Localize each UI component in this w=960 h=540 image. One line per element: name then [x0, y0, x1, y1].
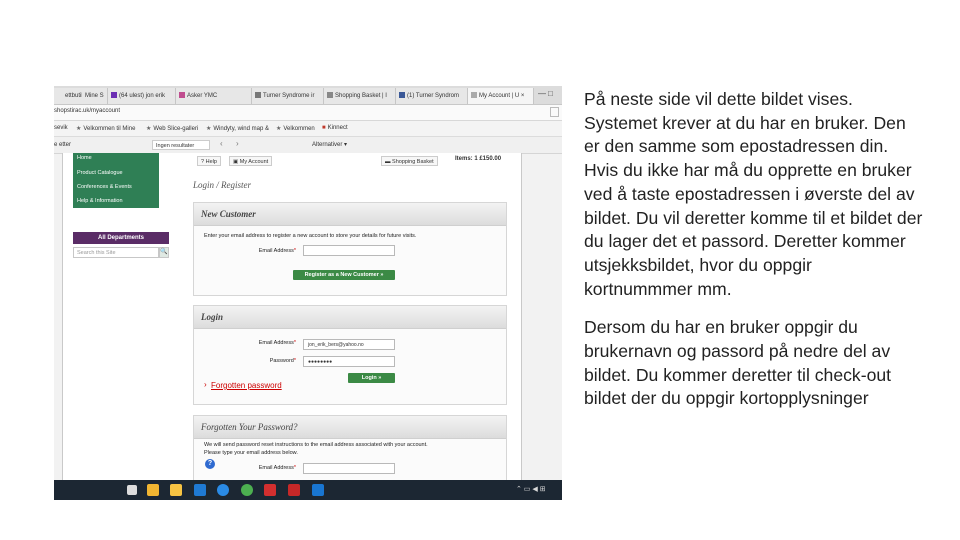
panel-title: Login	[194, 306, 506, 329]
system-tray-icons[interactable]: ⌃ ▭ ◀ ⊞	[516, 485, 546, 493]
login-email-field[interactable]: jon_erik_bers@yahoo.no	[303, 339, 395, 350]
find-next-icon[interactable]: ›	[236, 139, 239, 148]
mail-icon[interactable]	[194, 484, 206, 496]
ymc-icon	[179, 92, 185, 99]
acrobat-icon[interactable]	[264, 484, 276, 496]
store-icon[interactable]	[147, 484, 159, 496]
star-icon: ★	[276, 126, 282, 132]
instruction-text: På neste side vil dette bildet vises. Sy…	[584, 88, 924, 411]
yahoo-mail-icon	[111, 92, 117, 99]
register-button[interactable]: Register as a New Customer »	[293, 270, 395, 280]
password-field[interactable]: ●●●●●●●●	[303, 356, 395, 367]
page-title: Login / Register	[193, 180, 251, 190]
instruction-paragraph-2: Dersom du har en bruker oppgir du bruker…	[584, 317, 892, 409]
forgotten-email-label: Email Address*	[258, 465, 296, 471]
login-email-label: Email Address*	[258, 340, 296, 346]
tab-3[interactable]: (64 ulest) jon erik	[108, 88, 176, 104]
facebook-icon	[399, 92, 405, 99]
all-departments-button[interactable]: All Departments	[73, 232, 169, 244]
register-instructions: Enter your email address to register a n…	[204, 233, 417, 239]
address-bar[interactable]: shopstirac.uk/myaccount	[54, 105, 562, 121]
bookmark-3[interactable]: ★ Web Slice-galleri	[146, 125, 198, 132]
basket-icon: ▬	[385, 159, 393, 165]
tab-5[interactable]: Turner Syndrome ir	[252, 88, 324, 104]
find-bar: e etter Ingen resultater ‹ › Alternative…	[54, 137, 562, 154]
tab-favicon-icon	[57, 92, 63, 98]
forgotten-email-field[interactable]	[303, 463, 395, 474]
star-icon: ★	[76, 126, 82, 132]
search-icon[interactable]: 🔍	[159, 247, 169, 258]
windows-taskbar: ⌃ ▭ ◀ ⊞	[54, 480, 562, 500]
edge-icon[interactable]	[217, 484, 229, 496]
minimize-icon[interactable]: —	[538, 89, 546, 99]
password-label: Password*	[269, 358, 296, 364]
login-button[interactable]: Login »	[348, 373, 395, 383]
web-page: Home Product Catalogue Conferences & Eve…	[62, 153, 522, 485]
help-circle-icon[interactable]: ?	[205, 459, 215, 469]
page-icon	[471, 92, 477, 99]
tab-7[interactable]: (1) Turner Syndrom	[396, 88, 468, 104]
my-account-link[interactable]: ▣ My Account	[229, 156, 273, 166]
find-prev-icon[interactable]: ‹	[220, 139, 223, 148]
tab-bar: ettbutikk Mine S (64 ulest) jon erik Ask…	[54, 86, 562, 105]
browser-screenshot: ettbutikk Mine S (64 ulest) jon erik Ask…	[54, 86, 562, 500]
help-link[interactable]: ? Help	[197, 156, 221, 166]
forgotten-line-1: We will send password reset instructions…	[204, 442, 428, 448]
tab-6[interactable]: Shopping Basket | I	[324, 88, 396, 104]
page-icon	[327, 92, 333, 99]
filezilla-icon[interactable]	[288, 484, 300, 496]
email-label: Email Address*	[258, 248, 296, 254]
menu-help[interactable]: Help & Information	[77, 198, 123, 204]
find-input[interactable]: e etter	[54, 142, 71, 148]
star-icon: ★	[146, 126, 152, 132]
instruction-paragraph-1: På neste side vil dette bildet vises. Sy…	[584, 89, 923, 299]
find-result-box: Ingen resultater	[152, 140, 210, 150]
lock-icon: ▣	[233, 159, 240, 165]
tab-1[interactable]: ettbutikk	[54, 88, 84, 104]
panel-title: New Customer	[194, 203, 506, 226]
register-email-field[interactable]	[303, 245, 395, 256]
explorer-icon[interactable]	[170, 484, 182, 496]
site-menu: Home Product Catalogue Conferences & Eve…	[73, 153, 159, 208]
login-panel: Login Email Address* jon_erik_bers@yahoo…	[193, 305, 507, 405]
find-options[interactable]: Alternativer ▾	[312, 141, 347, 148]
bookmark-5[interactable]: ★ Velkommen	[276, 125, 315, 132]
shopping-basket-link[interactable]: ▬ Shopping Basket	[381, 156, 438, 166]
basket-total: Items: 1 £150.00	[455, 156, 502, 162]
page-icon	[255, 92, 261, 99]
forgotten-password-panel: Forgotten Your Password? We will send pa…	[193, 415, 507, 485]
close-tab-icon[interactable]: ×	[521, 93, 525, 99]
bookmark-2[interactable]: ★ Velkommen til Mine	[76, 125, 135, 132]
forgotten-line-2: Please type your email address below.	[204, 450, 298, 456]
tab-4[interactable]: Asker YMC	[176, 88, 252, 104]
forgotten-password-link[interactable]: Forgotten password	[211, 381, 282, 390]
start-icon[interactable]	[127, 485, 137, 495]
bookmark-4[interactable]: ★ Windyty, wind map &	[206, 125, 269, 132]
menu-conferences[interactable]: Conferences & Events	[77, 184, 132, 190]
tab-2[interactable]: Mine S	[82, 88, 108, 104]
site-search-input[interactable]: Search this Site	[73, 247, 159, 258]
menu-home[interactable]: Home	[77, 155, 92, 161]
url-text: shopstirac.uk/myaccount	[54, 108, 121, 114]
panel-title: Forgotten Your Password?	[194, 416, 506, 439]
bookmark-1[interactable]: sevik	[54, 125, 68, 131]
kinnect-icon: ■	[322, 125, 326, 131]
chrome-icon[interactable]	[241, 484, 253, 496]
bookmarks-bar: sevik ★ Velkommen til Mine ★ Web Slice-gal…	[54, 121, 562, 137]
tab-my-account[interactable]: My Account | U ×	[468, 88, 534, 104]
bookmark-6[interactable]: ■ Kinnect	[322, 125, 348, 131]
star-icon: ★	[206, 126, 212, 132]
bullet-icon: ›	[204, 380, 207, 389]
restore-icon[interactable]: □	[548, 89, 553, 99]
menu-product-catalogue[interactable]: Product Catalogue	[77, 170, 123, 176]
outlook-icon[interactable]	[312, 484, 324, 496]
scroll-indicator-icon	[550, 107, 559, 117]
new-customer-panel: New Customer Enter your email address to…	[193, 202, 507, 296]
